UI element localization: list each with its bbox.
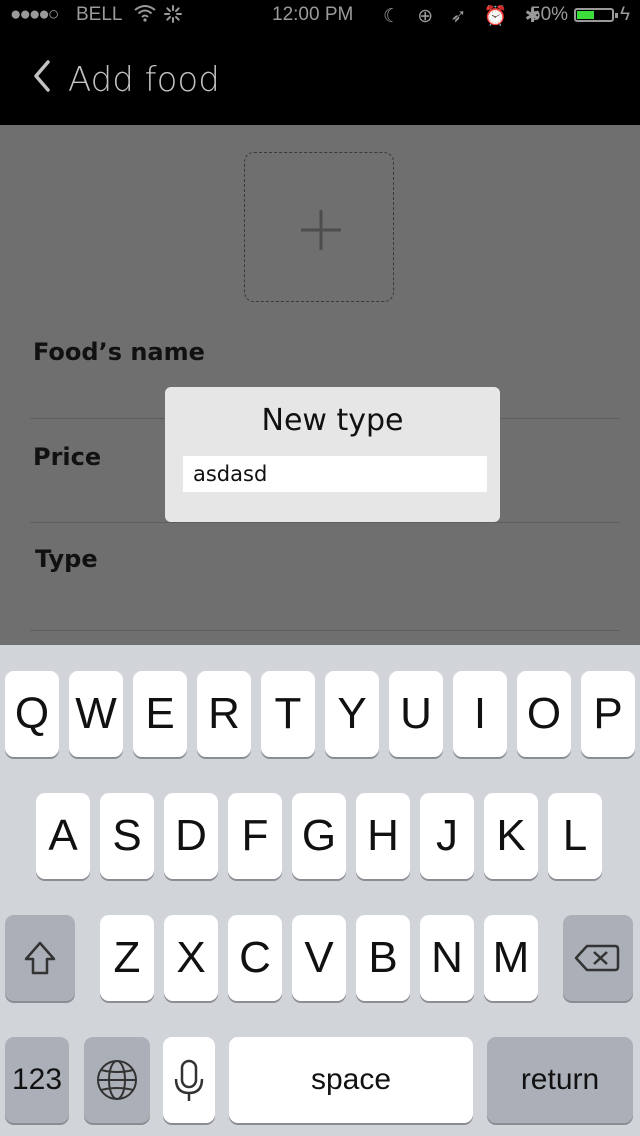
new-type-input[interactable] — [183, 456, 487, 492]
key-p[interactable]: P — [581, 671, 635, 757]
space-key[interactable]: space — [229, 1037, 473, 1123]
globe-key[interactable] — [84, 1037, 150, 1123]
key-u[interactable]: U — [389, 671, 443, 757]
numbers-key[interactable]: 123 — [5, 1037, 69, 1123]
shift-key[interactable] — [5, 915, 75, 1001]
new-type-dialog: New type — [165, 387, 500, 522]
key-w[interactable]: W — [69, 671, 123, 757]
shift-icon — [24, 941, 56, 975]
key-n[interactable]: N — [420, 915, 474, 1001]
key-o[interactable]: O — [517, 671, 571, 757]
microphone-icon — [174, 1059, 204, 1101]
key-l[interactable]: L — [548, 793, 602, 879]
key-h[interactable]: H — [356, 793, 410, 879]
plus-icon — [301, 210, 341, 250]
key-v[interactable]: V — [292, 915, 346, 1001]
key-d[interactable]: D — [164, 793, 218, 879]
battery-icon — [574, 8, 618, 22]
battery-nub — [615, 13, 618, 18]
key-b[interactable]: B — [356, 915, 410, 1001]
navigation-bar: Add food — [0, 30, 640, 125]
key-k[interactable]: K — [484, 793, 538, 879]
clock: 12:00 PM — [272, 4, 354, 25]
delete-key[interactable] — [563, 915, 633, 1001]
charging-icon: ϟ — [620, 4, 631, 25]
status-bar: ●●●●○ BELL 12:00 PM ☾ ⊕ ➶ ⏰ ✱ 50% ϟ — [0, 0, 640, 30]
battery-fill — [577, 11, 594, 19]
key-e[interactable]: E — [133, 671, 187, 757]
signal-strength: ●●●●○ — [10, 4, 59, 25]
return-key[interactable]: return — [487, 1037, 633, 1123]
key-z[interactable]: Z — [100, 915, 154, 1001]
add-photo-button[interactable] — [244, 152, 394, 302]
keyboard: Q W E R T Y U I O P A S D F G H J K L Z … — [0, 645, 640, 1136]
chevron-left-icon[interactable] — [28, 56, 68, 96]
key-r[interactable]: R — [197, 671, 251, 757]
key-t[interactable]: T — [261, 671, 315, 757]
key-m[interactable]: M — [484, 915, 538, 1001]
food-name-label: Food’s name — [33, 338, 205, 366]
wifi-icon — [134, 4, 156, 28]
status-icons: ☾ ⊕ ➶ ⏰ ✱ — [383, 6, 547, 27]
key-c[interactable]: C — [228, 915, 282, 1001]
key-s[interactable]: S — [100, 793, 154, 879]
price-label: Price — [33, 443, 102, 471]
divider — [30, 630, 620, 631]
key-y[interactable]: Y — [325, 671, 379, 757]
key-i[interactable]: I — [453, 671, 507, 757]
key-g[interactable]: G — [292, 793, 346, 879]
type-label: Type — [35, 545, 98, 573]
battery-percent: 50% — [530, 4, 569, 25]
microphone-key[interactable] — [163, 1037, 215, 1123]
globe-icon — [97, 1060, 137, 1100]
key-x[interactable]: X — [164, 915, 218, 1001]
key-f[interactable]: F — [228, 793, 282, 879]
delete-icon — [574, 944, 620, 972]
key-q[interactable]: Q — [5, 671, 59, 757]
key-a[interactable]: A — [36, 793, 90, 879]
key-j[interactable]: J — [420, 793, 474, 879]
activity-spinner-icon — [163, 4, 183, 30]
carrier-name: BELL — [76, 4, 123, 25]
add-food-form: Food’s name Price Type — [0, 125, 640, 645]
dialog-title: New type — [261, 403, 404, 438]
divider — [30, 522, 620, 523]
page-title: Add food — [68, 60, 220, 100]
